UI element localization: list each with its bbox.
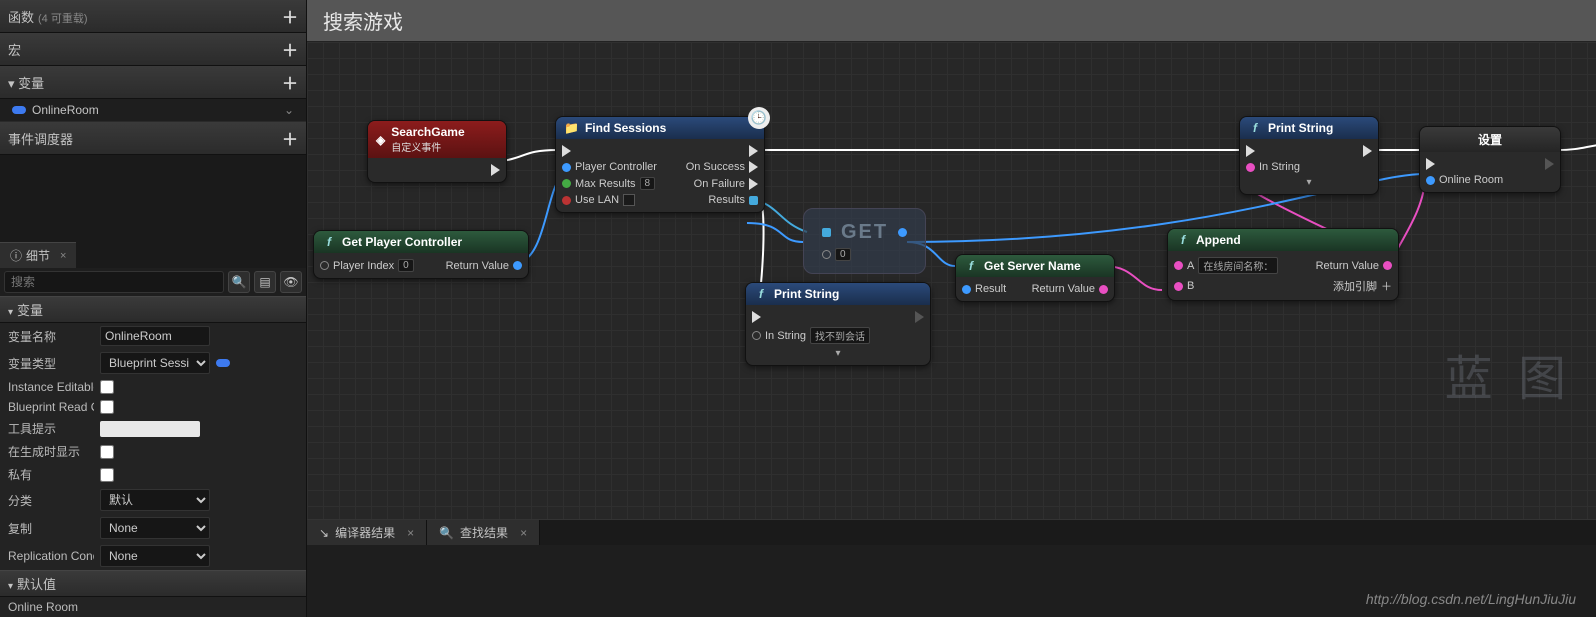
default-value-label: Online Room [8,600,94,614]
close-icon[interactable]: × [60,250,66,262]
exec-out-pin[interactable] [749,145,758,157]
details-tabbar: ⓘ 细节 × [0,242,306,268]
add-macro-button[interactable]: ＋ [282,37,298,61]
node-get-server-name[interactable]: fGet Server Name ResultReturn Value [955,254,1115,302]
visibility-button[interactable]: 👁 [280,271,302,293]
var-type-select[interactable]: Blueprint Sessi [100,352,210,374]
graph-area: 搜索游戏 ◈ [307,0,1596,617]
macros-header[interactable]: 宏 ＋ [0,33,306,66]
add-pin-button[interactable]: 添加引脚 ＋ [1333,278,1392,294]
node-append[interactable]: fAppend A在线房间名称：Return Value B添加引脚 ＋ [1167,228,1399,301]
close-icon[interactable]: × [407,526,414,540]
readonly-checkbox[interactable] [100,400,114,414]
node-array-get[interactable]: GET 0 [803,208,926,274]
function-icon: f [322,235,336,249]
category-variable[interactable]: 变量 [0,296,306,323]
sidebar: 函数(4 可重载) ＋ 宏 ＋ ▾ 变量 ＋ OnlineRoom ⌄ 事件调度… [0,0,307,617]
latent-icon: 🕒 [748,107,770,129]
tooltip-input[interactable] [100,421,200,437]
arrow-icon: ↘ [319,526,329,540]
exec-out-pin[interactable] [491,164,500,176]
wires [307,42,1596,519]
expose-on-spawn-checkbox[interactable] [100,445,114,459]
exec-in-pin[interactable] [562,145,571,157]
functions-header[interactable]: 函数(4 可重载) ＋ [0,0,306,33]
details-search-row: 🔍 ▤ 👁 [0,268,306,296]
function-icon: f [754,287,768,301]
graph-title: 搜索游戏 [307,0,1596,42]
bottom-tabs: ↘编译器结果× 🔍查找结果× [307,519,1596,545]
bottom-panel: http://blog.csdn.net/LingHunJiuJiu [307,545,1596,617]
category-default[interactable]: 默认值 [0,570,306,597]
folder-icon: 📁 [564,121,579,135]
instance-editable-checkbox[interactable] [100,380,114,394]
details-search-input[interactable] [4,271,224,293]
variable-item-onlineroom[interactable]: OnlineRoom ⌄ [0,99,306,122]
dropdown-icon[interactable]: ⌄ [284,103,294,117]
node-print-string-1[interactable]: fPrint String In String找不到会话 ▾ [745,282,931,366]
search-button[interactable]: 🔍 [228,271,250,293]
variable-name: OnlineRoom [32,103,99,117]
replication-select[interactable]: None [100,517,210,539]
event-icon: ◈ [376,133,385,147]
dispatchers-header[interactable]: 事件调度器 ＋ [0,122,306,155]
var-name-input[interactable] [100,326,210,346]
private-checkbox[interactable] [100,468,114,482]
find-results-tab[interactable]: 🔍查找结果× [427,520,540,545]
replication-cond-select[interactable]: None [100,545,210,567]
expand-arrow[interactable]: ▾ [1246,175,1372,190]
function-icon: f [1248,121,1262,135]
node-find-sessions[interactable]: 🕒 📁Find Sessions Player ControllerOn Suc… [555,116,765,213]
add-function-button[interactable]: ＋ [282,4,298,28]
close-icon[interactable]: × [520,526,527,540]
variables-header[interactable]: ▾ 变量 ＋ [0,66,306,99]
compiler-results-tab[interactable]: ↘编译器结果× [307,520,427,545]
category-select[interactable]: 默认 [100,489,210,511]
watermark: 蓝 图 [1445,339,1572,409]
info-icon: ⓘ [10,247,22,264]
add-variable-button[interactable]: ＋ [282,70,298,94]
node-print-string-2[interactable]: fPrint String In String ▾ [1239,116,1379,195]
details-tab[interactable]: ⓘ 细节 × [0,242,76,268]
node-set-variable[interactable]: 设置 Online Room [1419,126,1561,193]
node-search-game[interactable]: ◈ SearchGame 自定义事件 [367,120,507,183]
search-icon: 🔍 [439,526,454,540]
function-icon: f [964,259,978,273]
add-dispatcher-button[interactable]: ＋ [282,126,298,150]
node-get-player-controller[interactable]: fGet Player Controller Player Index0Retu… [313,230,529,279]
expand-arrow[interactable]: ▾ [752,346,924,361]
function-icon: f [1176,233,1190,247]
url-watermark: http://blog.csdn.net/LingHunJiuJiu [1366,591,1576,607]
blueprint-canvas[interactable]: ◈ SearchGame 自定义事件 🕒 📁Find Sessions Play… [307,42,1596,519]
filter-button[interactable]: ▤ [254,271,276,293]
sidebar-spacer [0,155,306,242]
variable-type-pill [12,106,26,114]
